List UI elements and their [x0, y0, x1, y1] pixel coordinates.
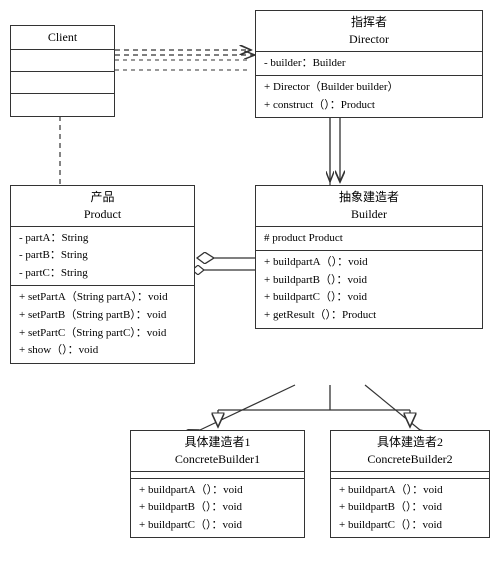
product-chinese: 产品 — [16, 189, 189, 206]
director-attr1: - builder：Builder — [264, 55, 474, 73]
concrete2-chinese: 具体建造者2 — [336, 434, 484, 451]
concrete1-method3: + buildpartC（）：void — [139, 517, 296, 535]
client-section2 — [11, 72, 114, 94]
concrete1-separator — [131, 472, 304, 479]
builder-method3: + buildpartC（）：void — [264, 289, 474, 307]
concrete1-methods: + buildpartA（）：void + buildpartB（）：void … — [131, 479, 304, 538]
product-method4: + show（）：void — [19, 342, 186, 360]
product-header: 产品 Product — [11, 186, 194, 227]
product-method2: + setPartB（String partB）：void — [19, 307, 186, 325]
builder-method1: + buildpartA（）：void — [264, 254, 474, 272]
product-attr1: - partA：String — [19, 230, 186, 248]
builder-method4: + getResult（）：Product — [264, 307, 474, 325]
director-section1: - builder：Builder — [256, 52, 482, 77]
client-label: Client — [48, 30, 77, 44]
concrete1-box: 具体建造者1 ConcreteBuilder1 + buildpartA（）：v… — [130, 430, 305, 538]
builder-attr1: # product Product — [264, 230, 474, 248]
director-box: 指挥者 Director - builder：Builder + Directo… — [255, 10, 483, 118]
director-header: 指挥者 Director — [256, 11, 482, 52]
product-attrs: - partA：String - partB：String - partC：St… — [11, 227, 194, 287]
uml-diagram: Client 指挥者 Director - builder：Builder + … — [0, 0, 500, 576]
builder-box: 抽象建造者 Builder # product Product + buildp… — [255, 185, 483, 329]
builder-header: 抽象建造者 Builder — [256, 186, 482, 227]
builder-methods: + buildpartA（）：void + buildpartB（）：void … — [256, 251, 482, 327]
concrete2-method3: + buildpartC（）：void — [339, 517, 481, 535]
builder-attrs: # product Product — [256, 227, 482, 252]
concrete2-box: 具体建造者2 ConcreteBuilder2 + buildpartA（）：v… — [330, 430, 490, 538]
product-attr3: - partC：String — [19, 265, 186, 283]
builder-english: Builder — [261, 206, 477, 223]
concrete2-method2: + buildpartB（）：void — [339, 499, 481, 517]
builder-method2: + buildpartB（）：void — [264, 272, 474, 290]
concrete2-methods: + buildpartA（）：void + buildpartB（）：void … — [331, 479, 489, 538]
client-box: Client — [10, 25, 115, 117]
director-method1: + Director（Builder builder） — [264, 79, 474, 97]
director-section2: + Director（Builder builder） + construct（… — [256, 76, 482, 117]
concrete1-chinese: 具体建造者1 — [136, 434, 299, 451]
concrete1-method1: + buildpartA（）：void — [139, 482, 296, 500]
product-method3: + setPartC（String partC）：void — [19, 325, 186, 343]
director-method2: + construct（）：Product — [264, 97, 474, 115]
director-chinese: 指挥者 — [261, 14, 477, 31]
product-attr2: - partB：String — [19, 247, 186, 265]
concrete2-english: ConcreteBuilder2 — [336, 451, 484, 468]
product-method1: + setPartA（String partA）：void — [19, 289, 186, 307]
product-methods: + setPartA（String partA）：void + setPartB… — [11, 286, 194, 362]
concrete2-method1: + buildpartA（）：void — [339, 482, 481, 500]
product-english: Product — [16, 206, 189, 223]
client-section1 — [11, 50, 114, 72]
concrete2-header: 具体建造者2 ConcreteBuilder2 — [331, 431, 489, 472]
client-section3 — [11, 94, 114, 116]
concrete2-separator — [331, 472, 489, 479]
director-english: Director — [261, 31, 477, 48]
concrete1-header: 具体建造者1 ConcreteBuilder1 — [131, 431, 304, 472]
client-header: Client — [11, 26, 114, 50]
product-box: 产品 Product - partA：String - partB：String… — [10, 185, 195, 364]
builder-chinese: 抽象建造者 — [261, 189, 477, 206]
concrete1-english: ConcreteBuilder1 — [136, 451, 299, 468]
concrete1-method2: + buildpartB（）：void — [139, 499, 296, 517]
